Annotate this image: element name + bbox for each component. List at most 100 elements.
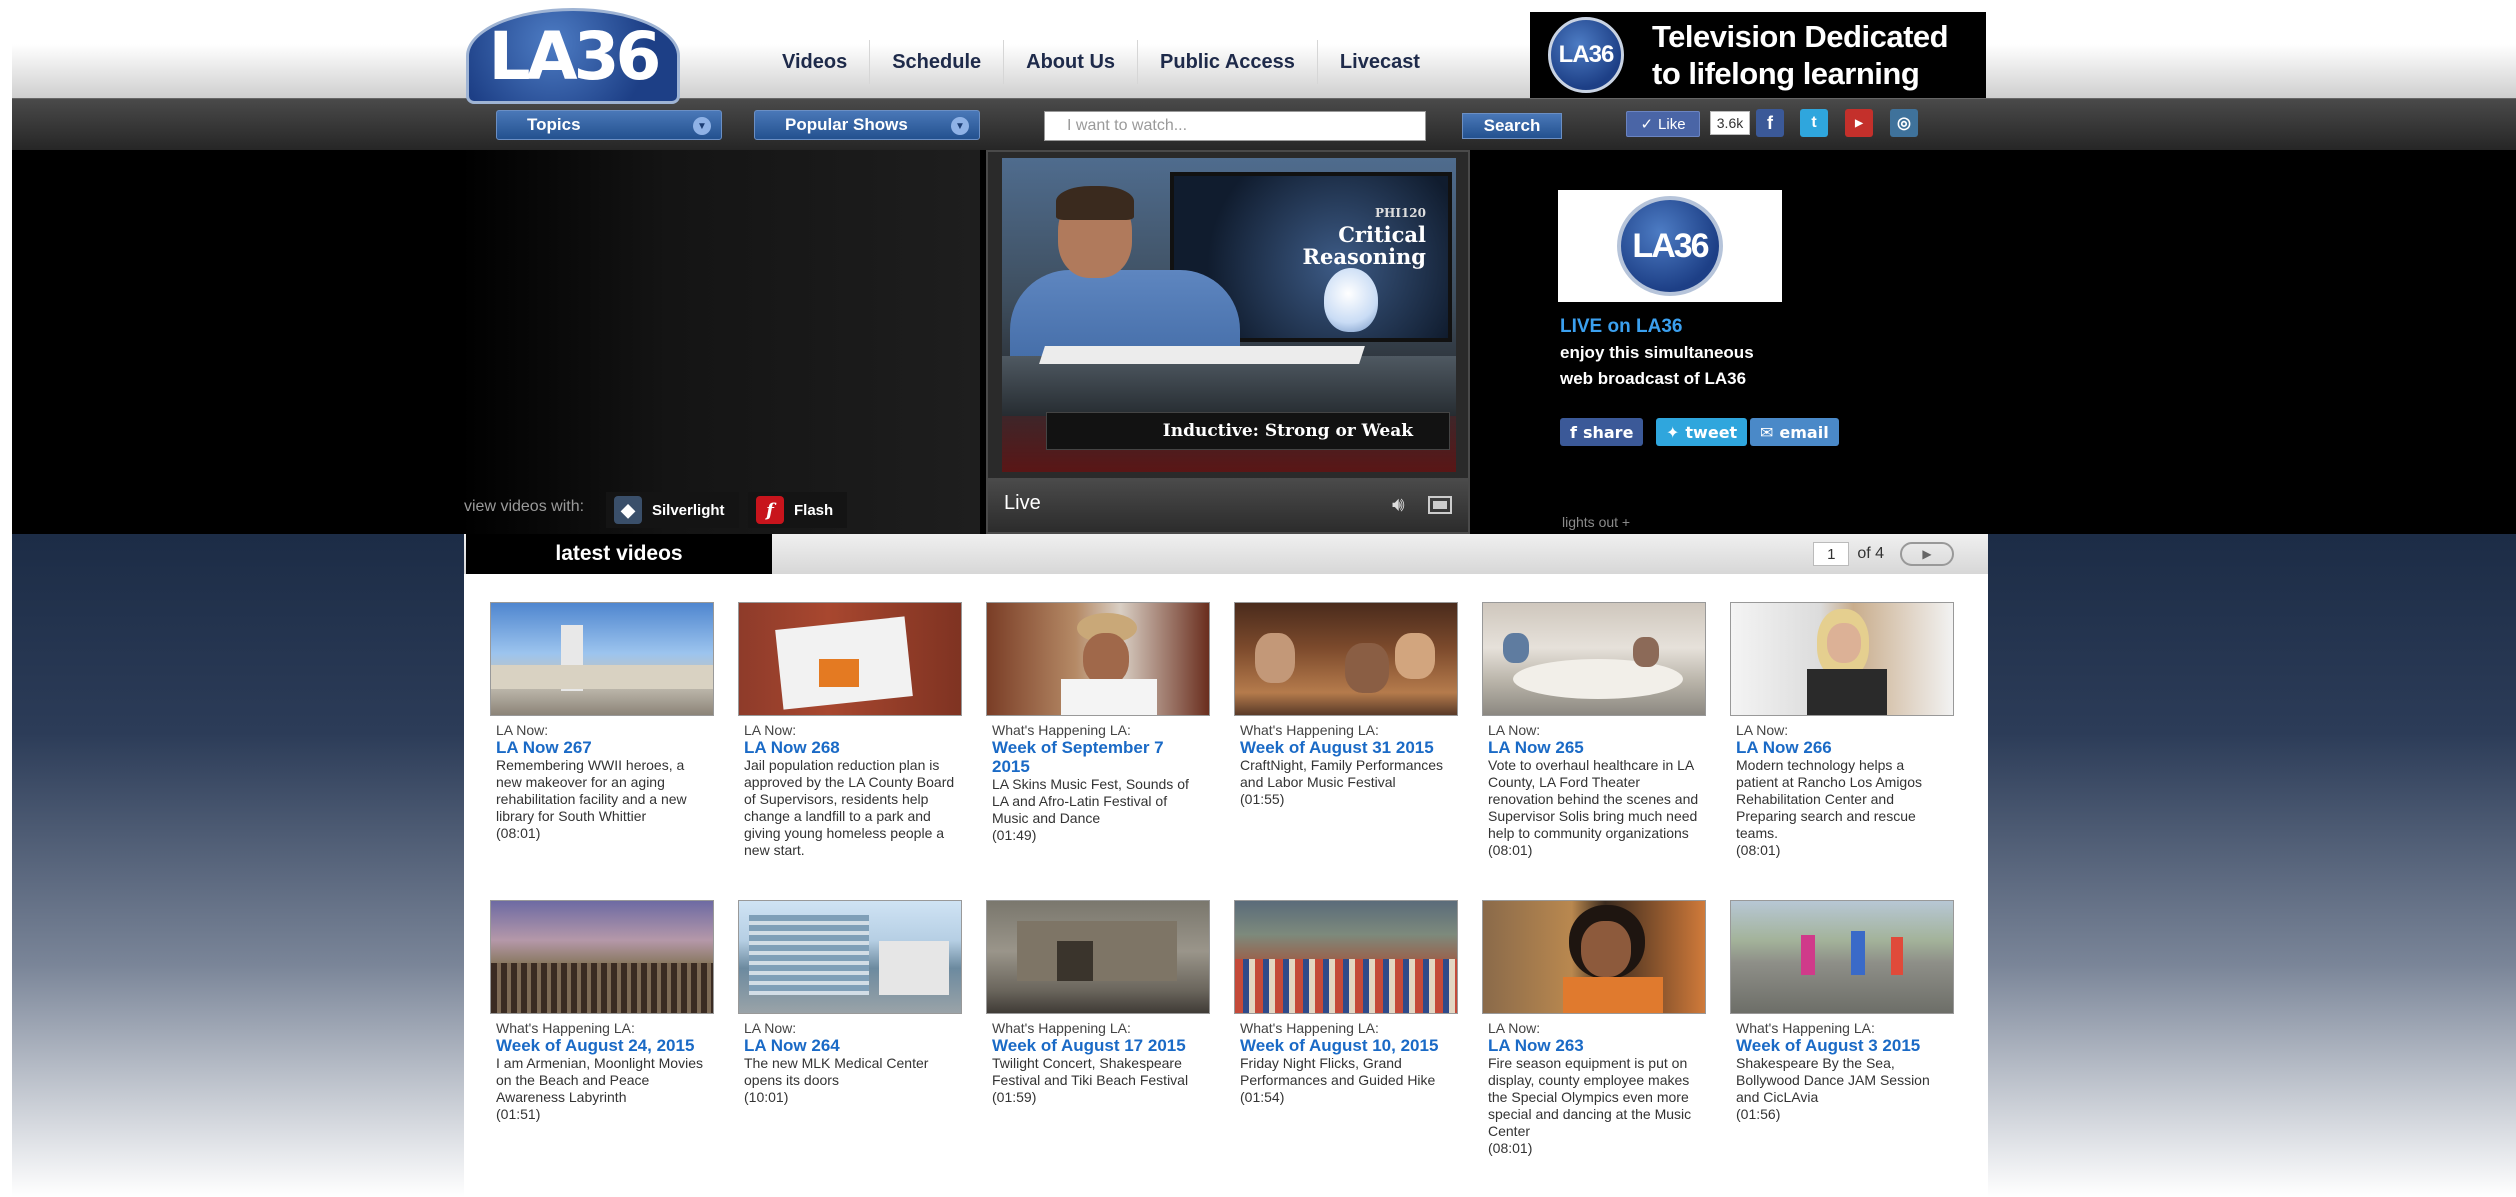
video-thumbnail[interactable] [738,900,962,1014]
flash-label: Flash [794,501,834,519]
slide-title-line-2: Reasoning [1302,244,1426,269]
volume-icon[interactable]: 🔊︎ [1392,494,1405,517]
like-count: 3.6k [1710,111,1750,135]
video-thumbnail[interactable] [1482,602,1706,716]
youtube-icon[interactable]: ▶ [1845,109,1873,137]
video-title[interactable]: LA Now 267 [496,738,708,757]
video-card[interactable]: What's Happening LA: Week of August 31 2… [1234,602,1458,880]
video-description: Twilight Concert, Shakespeare Festival a… [992,1055,1189,1088]
video-title[interactable]: Week of September 7 2015 [992,738,1204,776]
video-card[interactable]: What's Happening LA: Week of August 24, … [490,900,714,1178]
twitter-icon: ✦ [1666,422,1680,442]
video-title[interactable]: LA Now 268 [744,738,956,757]
video-thumbnail[interactable] [1482,900,1706,1014]
video-screen[interactable]: PHI120 Critical Reasoning Inductive: Str… [1002,158,1456,472]
video-description: Shakespeare By the Sea, Bollywood Dance … [1736,1055,1930,1105]
live-description: enjoy this simultaneous web broadcast of… [1560,340,1860,392]
flash-button[interactable]: f Flash [748,492,848,528]
video-category: What's Happening LA: [1240,722,1379,738]
silverlight-label: Silverlight [652,501,725,519]
video-duration: (01:54) [1240,1089,1285,1105]
next-page-button[interactable]: ▶ [1900,542,1954,566]
facebook-like-button[interactable]: ✓ Like [1626,111,1700,137]
video-duration: (10:01) [744,1089,789,1105]
video-thumbnail[interactable] [1234,900,1458,1014]
nav-schedule[interactable]: Schedule [870,40,1005,84]
video-duration: (08:01) [1488,842,1533,858]
video-description: Modern technology helps a patient at Ran… [1736,757,1923,841]
la36-logo[interactable]: LA36 [466,8,680,104]
video-title[interactable]: LA Now 265 [1488,738,1700,757]
page-total: of 4 [1857,545,1884,562]
nav-public-access[interactable]: Public Access [1138,40,1318,84]
twitter-icon[interactable]: t [1800,109,1828,137]
lights-out-link[interactable]: lights out + [1562,514,1630,530]
video-card[interactable]: What's Happening LA: Week of August 10, … [1234,900,1458,1178]
video-title[interactable]: LA Now 263 [1488,1036,1700,1055]
facebook-icon[interactable]: f [1756,109,1784,137]
video-card[interactable]: What's Happening LA: Week of September 7… [986,602,1210,880]
tab-latest-videos[interactable]: latest videos [466,534,772,574]
silverlight-button[interactable]: ◆ Silverlight [606,492,739,528]
nav-livecast[interactable]: Livecast [1318,40,1442,84]
email-share-button[interactable]: ✉ email [1750,418,1839,446]
tweet-button[interactable]: ✦ tweet [1656,418,1748,446]
video-control-bar: Live 🔊︎ [988,478,1468,532]
share-label: share [1582,422,1634,442]
video-card[interactable]: LA Now: LA Now 264 The new MLK Medical C… [738,900,962,1178]
video-card[interactable]: What's Happening LA: Week of August 3 20… [1730,900,1954,1178]
instagram-icon[interactable]: ◎ [1890,109,1918,137]
presenter-hair [1056,186,1134,220]
video-category: LA Now: [744,1020,797,1036]
main-nav: Videos Schedule About Us Public Access L… [760,40,1442,84]
search-button[interactable]: Search [1462,113,1562,139]
video-category: LA Now: [1736,722,1789,738]
video-duration: (01:49) [992,827,1037,843]
video-title[interactable]: Week of August 17 2015 [992,1036,1204,1055]
video-title[interactable]: Week of August 31 2015 [1240,738,1452,757]
video-thumbnail[interactable] [490,900,714,1014]
video-category: What's Happening LA: [992,1020,1131,1036]
search-input[interactable] [1044,111,1426,141]
video-thumbnail[interactable] [1730,900,1954,1014]
nav-videos[interactable]: Videos [760,40,871,84]
pagination: 1 of 4 ▶ [1813,542,1954,566]
video-thumbnail[interactable] [986,602,1210,716]
video-thumbnail[interactable] [490,602,714,716]
video-category: What's Happening LA: [992,722,1131,738]
video-thumbnail[interactable] [738,602,962,716]
video-card[interactable]: LA Now: LA Now 263 Fire season equipment… [1482,900,1706,1178]
video-title[interactable]: LA Now 264 [744,1036,956,1055]
email-label: email [1779,422,1829,442]
video-category: What's Happening LA: [1736,1020,1875,1036]
video-duration: (08:01) [1488,1140,1533,1156]
video-card[interactable]: What's Happening LA: Week of August 17 2… [986,900,1210,1178]
fullscreen-icon[interactable] [1428,496,1452,514]
video-thumbnail[interactable] [1730,602,1954,716]
video-category: What's Happening LA: [1240,1020,1379,1036]
video-thumbnail[interactable] [1234,602,1458,716]
video-duration: (01:56) [1736,1106,1781,1122]
video-description: Vote to overhaul healthcare in LA County… [1488,757,1699,841]
video-card[interactable]: LA Now: LA Now 267 Remembering WWII hero… [490,602,714,880]
video-category: What's Happening LA: [496,1020,635,1036]
live-video-player[interactable]: PHI120 Critical Reasoning Inductive: Str… [986,150,1470,534]
video-title[interactable]: Week of August 10, 2015 [1240,1036,1452,1055]
video-title[interactable]: Week of August 24, 2015 [496,1036,708,1055]
nav-about-us[interactable]: About Us [1004,40,1139,84]
video-thumbnail[interactable] [986,900,1210,1014]
video-description: Fire season equipment is put on display,… [1488,1055,1692,1139]
video-category: LA Now: [1488,1020,1541,1036]
popular-shows-dropdown[interactable]: Popular Shows ▼ [754,110,980,140]
page-number-box[interactable]: 1 [1813,542,1850,566]
latest-videos-header: latest videos 1 of 4 ▶ [464,534,1988,574]
video-title[interactable]: Week of August 3 2015 [1736,1036,1948,1055]
video-card[interactable]: LA Now: LA Now 265 Vote to overhaul heal… [1482,602,1706,880]
topics-dropdown[interactable]: Topics ▼ [496,110,722,140]
tagline-banner[interactable]: LA36 Television Dedicated to lifelong le… [1530,12,1986,98]
video-title[interactable]: LA Now 266 [1736,738,1948,757]
silverlight-icon: ◆ [614,496,642,524]
video-card[interactable]: LA Now: LA Now 266 Modern technology hel… [1730,602,1954,880]
facebook-share-button[interactable]: f share [1560,418,1644,446]
video-card[interactable]: LA Now: LA Now 268 Jail population reduc… [738,602,962,880]
